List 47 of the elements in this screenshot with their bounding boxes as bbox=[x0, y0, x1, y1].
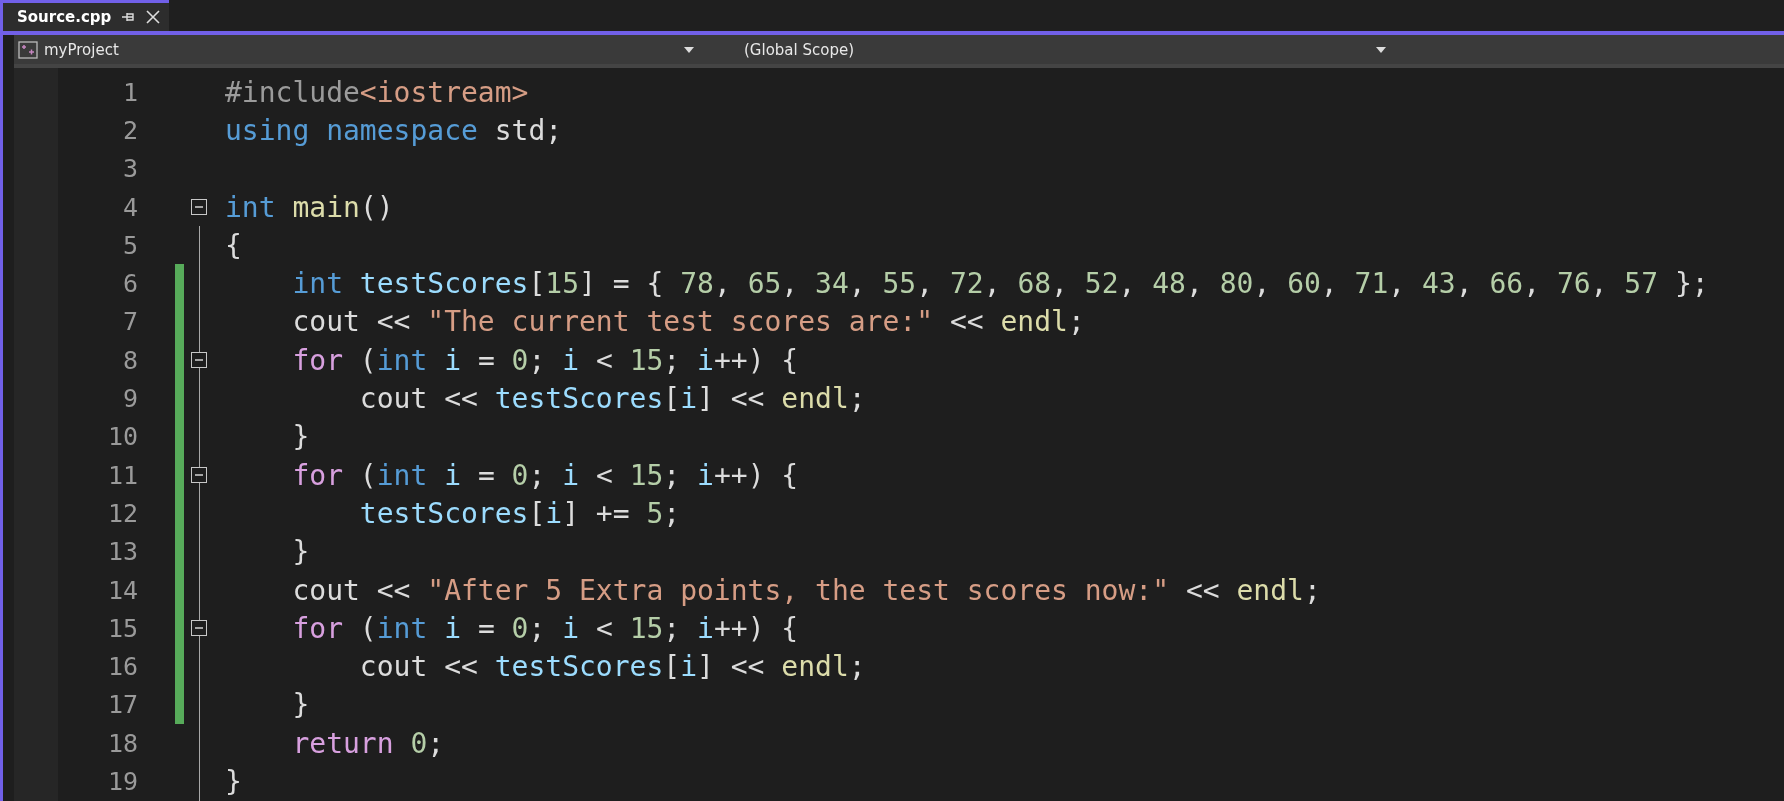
code-line: { bbox=[225, 228, 242, 262]
line-number: 14 bbox=[106, 575, 138, 605]
project-icon bbox=[18, 40, 38, 59]
line-number: 11 bbox=[106, 460, 138, 490]
code-line: using namespace std; bbox=[225, 113, 563, 147]
line-number: 4 bbox=[121, 192, 138, 222]
code-line: int main() bbox=[225, 190, 394, 224]
code-line: cout << "The current test scores are:" << endl; bbox=[291, 305, 1085, 339]
close-icon[interactable] bbox=[145, 9, 162, 25]
code-line: } bbox=[225, 765, 242, 798]
line-number: 7 bbox=[121, 307, 138, 337]
line-number: 17 bbox=[106, 690, 138, 720]
line-number: 19 bbox=[106, 767, 138, 796]
code-line: for (int i = 0; i < 15; i++) { bbox=[291, 458, 799, 492]
file-tab[interactable]: Source.cpp bbox=[3, 0, 170, 31]
code-line: } bbox=[291, 688, 310, 722]
line-number: 12 bbox=[106, 498, 138, 528]
line-number: 10 bbox=[106, 422, 138, 452]
collapse-toggle[interactable] bbox=[191, 198, 207, 215]
collapse-toggle[interactable] bbox=[191, 352, 207, 369]
line-number: 2 bbox=[121, 115, 138, 145]
code-line: for (int i = 0; i < 15; i++) { bbox=[291, 343, 799, 377]
line-number: 18 bbox=[106, 728, 138, 758]
code-line: for (int i = 0; i < 15; i++) { bbox=[291, 611, 799, 645]
line-number: 13 bbox=[106, 537, 138, 567]
line-number: 16 bbox=[106, 652, 138, 682]
code-line: cout << testScores[i] << endl; bbox=[358, 650, 866, 684]
line-number: 9 bbox=[121, 384, 138, 413]
pin-icon[interactable] bbox=[121, 11, 136, 23]
code-line: } bbox=[291, 420, 310, 454]
code-line: testScores[i] += 5; bbox=[358, 496, 681, 530]
caret-icon bbox=[1376, 46, 1386, 53]
code-line: return 0; bbox=[291, 726, 445, 760]
collapse-toggle[interactable] bbox=[191, 466, 207, 483]
line-number: 1 bbox=[121, 77, 138, 107]
code-line: #include<iostream> bbox=[225, 75, 529, 109]
collapse-toggle[interactable] bbox=[191, 620, 207, 637]
code-line: cout << "After 5 Extra points, the test scores now:" << endl; bbox=[291, 573, 1321, 607]
code-line: int testScores[15] = { 78, 65, 34, 55, 72, 68, 52, 48, 80, 60, 71, 43, 66, 76, 57 }; bbox=[291, 267, 1709, 301]
line-number: 15 bbox=[106, 613, 138, 643]
line-number: 3 bbox=[121, 154, 138, 184]
code-line: } bbox=[291, 535, 310, 569]
line-number: 8 bbox=[121, 345, 138, 375]
code-line: cout << testScores[i] << endl; bbox=[358, 382, 866, 415]
caret-icon bbox=[684, 46, 694, 53]
line-number: 5 bbox=[121, 230, 138, 260]
line-number: 6 bbox=[121, 269, 138, 299]
